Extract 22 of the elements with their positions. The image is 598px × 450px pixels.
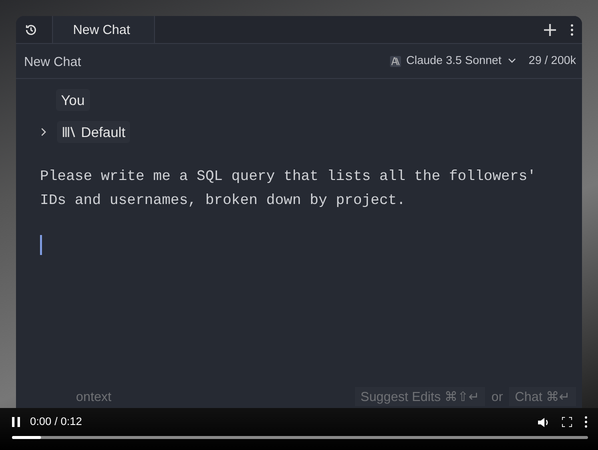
or-label: or [491,388,503,404]
author-label: You [56,89,90,111]
model-logo-icon [390,56,402,66]
progress-track[interactable] [12,436,588,439]
history-icon[interactable] [24,22,38,36]
fullscreen-icon[interactable] [562,417,572,427]
token-count: 29 / 200k [528,55,576,67]
playback-time: 0:00 / 0:12 [30,416,82,428]
more-icon[interactable] [584,416,588,428]
volume-icon[interactable] [537,416,550,428]
pause-icon[interactable] [12,417,20,427]
chevron-icon[interactable] [40,127,47,137]
text-cursor [40,235,42,255]
context-chip[interactable]: Default [57,121,130,143]
chat-title: New Chat [24,54,82,68]
message-text: Please write me a SQL query that lists all the followers' IDs and usernames, broken down by project. [40,168,537,211]
library-icon [62,126,76,138]
model-selector[interactable]: Claude 3.5 Sonnet [406,55,516,67]
chat-tab[interactable]: New Chat [52,16,156,43]
add-icon[interactable] [544,24,556,36]
more-icon[interactable] [570,24,574,36]
chevron-down-icon [508,58,516,64]
